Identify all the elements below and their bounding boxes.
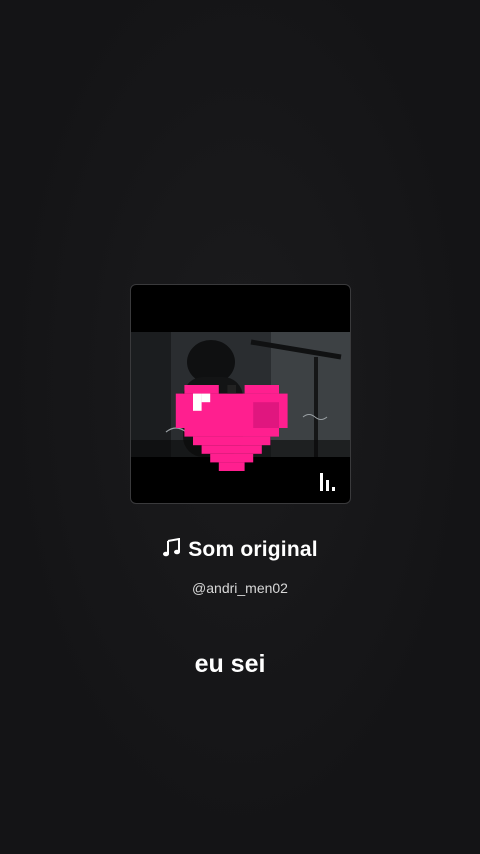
sound-bars-icon xyxy=(320,473,335,491)
sound-cover-art[interactable] xyxy=(130,284,351,504)
music-note-icon xyxy=(163,538,181,557)
pixel-heart-icon xyxy=(175,385,288,471)
video-caption: eu sei xyxy=(194,650,266,678)
sound-author[interactable]: @andri_men02 xyxy=(0,580,480,596)
sound-title-text: Som original xyxy=(188,538,318,561)
sound-screen: Som original @andri_men02 eu sei xyxy=(0,0,480,854)
sound-title[interactable]: Som original xyxy=(0,538,480,562)
